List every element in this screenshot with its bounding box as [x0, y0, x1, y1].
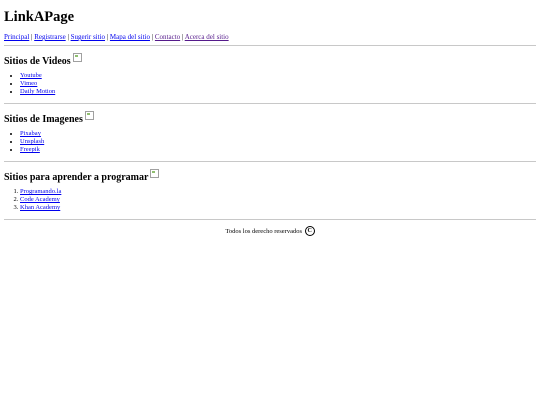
link-programando-la[interactable]: Programando.la [20, 188, 61, 195]
divider [4, 103, 536, 104]
list-item: Vimeo [20, 80, 55, 88]
nav-link-sugerir-sitio[interactable]: Sugerir sitio [71, 33, 105, 41]
broken-image-icon [84, 111, 94, 120]
link-unsplash[interactable]: Unsplash [20, 138, 44, 145]
link-freepik[interactable]: Freepik [20, 146, 40, 153]
list-item: Youtube [20, 72, 55, 80]
section-title-imagenes: Sitios de Imagenes [4, 111, 94, 126]
nav-link-principal[interactable]: Principal [4, 33, 29, 41]
nav-separator: | [31, 33, 33, 41]
top-nav: Principal | Registrarse | Sugerir sitio … [4, 33, 229, 42]
divider [4, 161, 536, 162]
list-item: Daily Motion [20, 88, 55, 96]
list-item: Unsplash [20, 138, 44, 146]
list-item: Programando.la [20, 188, 61, 196]
nav-separator: | [181, 33, 184, 41]
list-item: Freepik [20, 146, 44, 154]
section-title-videos-text: Sitios de Videos [4, 56, 71, 67]
list-item: Khan Academy [20, 204, 61, 212]
footer-text: Todos los derecho reservados [225, 228, 302, 235]
link-code-academy[interactable]: Code Academy [20, 196, 60, 203]
broken-image-icon [72, 53, 82, 62]
broken-image-icon [150, 169, 160, 178]
link-vimeo[interactable]: Vimeo [20, 80, 37, 87]
divider [4, 219, 536, 220]
list-item: Pixabay [20, 130, 44, 138]
section-title-imagenes-text: Sitios de Imagenes [4, 114, 83, 125]
list-imagenes: Pixabay Unsplash Freepik [20, 130, 44, 154]
site-title: LinkAPage [4, 9, 75, 25]
section-title-programar: Sitios para aprender a programar [4, 169, 160, 184]
list-videos: Youtube Vimeo Daily Motion [20, 72, 55, 96]
nav-link-contacto[interactable]: Contacto [155, 33, 180, 41]
nav-link-registrarse[interactable]: Registrarse [34, 33, 66, 41]
section-title-videos: Sitios de Videos [4, 53, 82, 68]
link-youtube[interactable]: Youtube [20, 72, 42, 79]
link-khan-academy[interactable]: Khan Academy [20, 204, 60, 211]
copyright-icon: C [304, 226, 315, 236]
nav-separator: | [151, 33, 154, 41]
nav-link-acerca-del-sitio[interactable]: Acerca del sitio [185, 33, 229, 41]
nav-separator: | [106, 33, 109, 41]
link-daily-motion[interactable]: Daily Motion [20, 88, 55, 95]
link-pixabay[interactable]: Pixabay [20, 130, 41, 137]
nav-separator: | [67, 33, 69, 41]
footer: Todos los derecho reservados C [0, 226, 540, 237]
section-title-programar-text: Sitios para aprender a programar [4, 172, 149, 183]
divider [4, 45, 536, 46]
list-programar: Programando.la Code Academy Khan Academy [20, 188, 61, 212]
nav-link-mapa-del-sitio[interactable]: Mapa del sitio [110, 33, 150, 41]
list-item: Code Academy [20, 196, 61, 204]
